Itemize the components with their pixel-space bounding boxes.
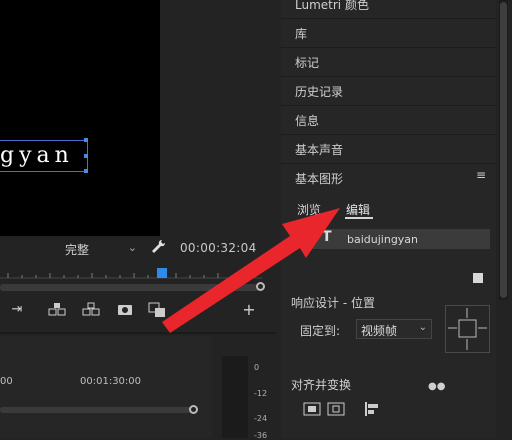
menu-item-library[interactable]: 库 (281, 19, 496, 48)
video-preview[interactable] (0, 0, 160, 236)
pin-to-value: 视频帧 (361, 324, 398, 338)
timeline-panel[interactable] (0, 336, 212, 438)
lift-icon[interactable] (48, 302, 66, 318)
chevron-down-icon: ⌄ (127, 241, 137, 254)
scrollbar-end-handle[interactable] (256, 282, 265, 291)
hamburger-menu-icon[interactable]: ≡ (476, 168, 486, 182)
chevron-down-icon: ⌄ (418, 322, 427, 333)
menu-item-essential-graphics[interactable]: 基本图形 (281, 164, 496, 193)
menu-item-label: 信息 (295, 114, 320, 128)
fit-value: 完整 (65, 243, 90, 257)
menu-item-essential-sound[interactable]: 基本声音 (281, 135, 496, 164)
playhead-marker[interactable] (157, 268, 167, 278)
new-layer-icon[interactable] (473, 273, 483, 283)
align-middle-icon[interactable] (326, 402, 346, 418)
resize-handle[interactable] (84, 154, 88, 158)
text-bounding-box[interactable] (0, 138, 88, 173)
camera-icon[interactable] (116, 302, 134, 318)
scrollbar-end-handle[interactable] (189, 405, 198, 414)
menu-item-markers[interactable]: 标记 (281, 48, 496, 77)
align-center-icon[interactable] (302, 402, 322, 418)
menu-item-history[interactable]: 历史记录 (281, 77, 496, 106)
menu-item-info[interactable]: 信息 (281, 106, 496, 135)
menu-item-label: 基本声音 (295, 143, 344, 157)
resize-handle[interactable] (84, 138, 88, 142)
monitor-scrollbar[interactable] (0, 284, 262, 291)
text-layer-icon: T (322, 229, 332, 245)
meter-tick: -12 (254, 389, 268, 398)
tab-edit[interactable]: 编辑 (346, 201, 370, 218)
pin-to-label: 固定到: (300, 324, 341, 338)
menu-item-label: 库 (295, 27, 308, 41)
timeline-timecode: 00 (0, 376, 13, 387)
link-icon[interactable]: ●● (428, 381, 445, 392)
menu-item-label: 历史记录 (295, 85, 344, 99)
tab-browse[interactable]: 浏览 (297, 201, 321, 218)
time-ruler[interactable] (0, 266, 262, 286)
audio-meter (222, 356, 248, 438)
menu-item-label: 基本图形 (295, 172, 344, 186)
program-monitor: gyan 完整 ⌄ 00:00:32:04 ⇥ + 00 00:01:30:00… (0, 0, 276, 440)
wrench-icon[interactable] (150, 239, 168, 257)
pin-to-select[interactable]: 视频帧 ⌄ (356, 319, 432, 339)
meter-tick: -36 (254, 431, 268, 440)
timeline-scrollbar[interactable] (0, 407, 196, 413)
add-icon[interactable]: + (240, 302, 258, 318)
panel-divider[interactable] (0, 332, 276, 334)
scrollbar-thumb[interactable] (500, 2, 507, 298)
meter-tick: 0 (254, 363, 260, 372)
align-left-icon[interactable] (362, 402, 382, 418)
pin-position-widget[interactable] (445, 305, 490, 353)
menu-item-label: 标记 (295, 56, 320, 70)
meter-tick: -24 (254, 414, 268, 423)
layer-name: baidujingyan (347, 233, 419, 246)
section-title: 响应设计 - 位置 (291, 296, 375, 310)
resize-handle[interactable] (84, 169, 88, 173)
extract-icon[interactable] (82, 302, 100, 318)
playhead-timecode[interactable]: 00:00:32:04 (180, 241, 257, 255)
step-forward-icon[interactable]: ⇥ (8, 302, 26, 318)
timeline-timecode: 00:01:30:00 (80, 376, 142, 387)
menu-item-lumetri[interactable]: Lumetri 颜色 (281, 0, 496, 19)
export-frame-icon[interactable] (148, 302, 166, 318)
menu-item-label: Lumetri 颜色 (295, 0, 369, 12)
section-title: 对齐并变换 (291, 378, 352, 392)
active-tab-underline (345, 217, 373, 219)
fit-select[interactable]: 完整 ⌄ (61, 240, 139, 258)
